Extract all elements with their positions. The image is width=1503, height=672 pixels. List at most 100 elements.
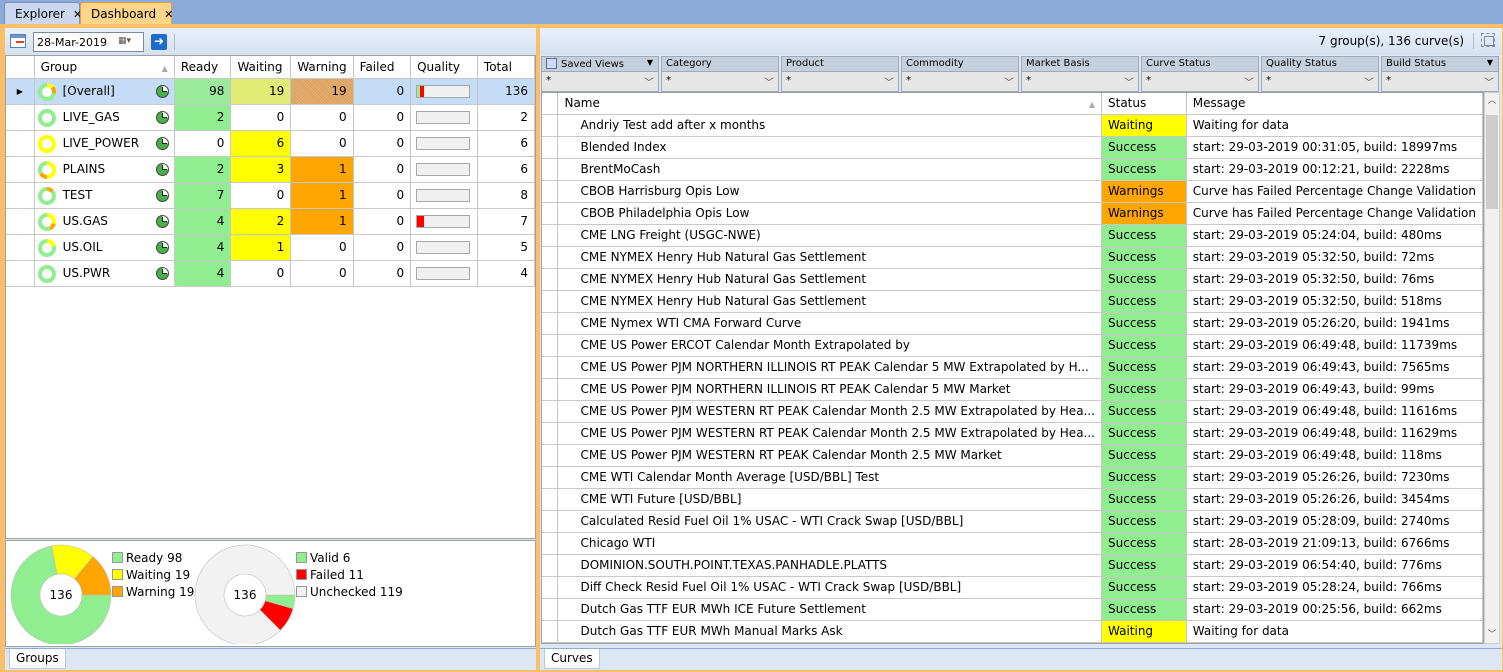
curve-row[interactable]: CME WTI Calendar Month Average [USD/BBL]… [542, 466, 1483, 489]
row-indicator[interactable] [6, 260, 35, 287]
row-indicator[interactable] [542, 114, 559, 137]
filter-select[interactable]: * ﹀ [901, 72, 1019, 92]
maximize-icon[interactable] [1481, 33, 1495, 47]
column-header-waiting[interactable]: Waiting [230, 56, 292, 79]
tab-explorer[interactable]: Explorer ✕ [4, 2, 82, 25]
row-indicator[interactable] [542, 268, 559, 291]
curve-row[interactable]: Waiting [542, 642, 1483, 643]
dropdown-caret-icon[interactable]: ▼ [1487, 58, 1493, 67]
row-indicator[interactable] [542, 334, 559, 357]
close-icon[interactable]: ✕ [164, 8, 173, 21]
curve-row[interactable]: Chicago WTI Success start: 28-03-2019 21… [542, 532, 1483, 555]
schedule-clock-icon[interactable] [155, 162, 169, 176]
filter-select[interactable]: * ﹀ [541, 72, 659, 92]
row-indicator[interactable] [542, 246, 559, 269]
row-indicator[interactable] [542, 598, 559, 621]
row-indicator[interactable] [6, 156, 35, 183]
column-header-name[interactable]: Name ▲ [557, 93, 1102, 115]
curve-row[interactable]: CME US Power PJM WESTERN RT PEAK Calenda… [542, 444, 1483, 467]
column-header-group[interactable]: Group ▲ [34, 56, 175, 79]
scroll-down-icon[interactable]: ﹀ [1485, 627, 1499, 643]
row-indicator[interactable] [542, 312, 559, 335]
filter-select[interactable]: * ﹀ [661, 72, 779, 92]
curve-row[interactable]: Blended Index Success start: 29-03-2019 … [542, 136, 1483, 159]
column-header-failed[interactable]: Failed [353, 56, 412, 79]
group-name-cell[interactable]: TEST [34, 182, 175, 209]
curve-row[interactable]: Dutch Gas TTF EUR MWh ICE Future Settlem… [542, 598, 1483, 621]
row-indicator[interactable] [542, 554, 559, 577]
schedule-clock-icon[interactable] [155, 110, 169, 124]
tab-groups[interactable]: Groups [9, 649, 66, 669]
calendar-dropdown-icon[interactable]: ▦▾ [118, 36, 140, 49]
row-indicator[interactable] [6, 234, 35, 261]
column-header-quality[interactable]: Quality [410, 56, 478, 79]
column-header-warning[interactable]: Warning [290, 56, 354, 79]
schedule-clock-icon[interactable] [155, 84, 169, 98]
column-header-message[interactable]: Message [1186, 93, 1483, 115]
row-indicator[interactable] [542, 224, 559, 247]
curve-row[interactable]: Calculated Resid Fuel Oil 1% USAC - WTI … [542, 510, 1483, 533]
curve-row[interactable]: CME US Power PJM WESTERN RT PEAK Calenda… [542, 400, 1483, 423]
go-button[interactable]: ➜ [151, 34, 167, 50]
row-indicator[interactable] [542, 642, 559, 643]
curve-row[interactable]: BrentMoCash Success start: 29-03-2019 00… [542, 158, 1483, 181]
group-name-cell[interactable]: [Overall] [34, 78, 175, 105]
group-name-cell[interactable]: LIVE_POWER [34, 130, 175, 157]
curve-row[interactable]: CME NYMEX Henry Hub Natural Gas Settleme… [542, 246, 1483, 269]
curve-row[interactable]: Andriy Test add after x months Waiting W… [542, 114, 1483, 137]
curve-row[interactable]: DOMINION.SOUTH.POINT.TEXAS.PANHADLE.PLAT… [542, 554, 1483, 577]
group-row[interactable]: US.GAS 4 2 1 0 7 [6, 208, 536, 235]
group-row[interactable]: PLAINS 2 3 1 0 6 [6, 156, 536, 183]
row-indicator[interactable] [542, 576, 559, 599]
row-indicator[interactable] [542, 136, 559, 159]
row-indicator[interactable] [542, 378, 559, 401]
group-name-cell[interactable]: US.PWR [34, 260, 175, 287]
row-indicator[interactable]: ▶ [6, 78, 35, 105]
curve-row[interactable]: CME NYMEX Henry Hub Natural Gas Settleme… [542, 268, 1483, 291]
column-header-ready[interactable]: Ready [174, 56, 232, 79]
dropdown-caret-icon[interactable]: ▼ [647, 58, 653, 67]
schedule-clock-icon[interactable] [155, 240, 169, 254]
curve-row[interactable]: CME US Power ERCOT Calendar Month Extrap… [542, 334, 1483, 357]
group-row[interactable]: TEST 7 0 1 0 8 [6, 182, 536, 209]
date-picker[interactable]: 28-Mar-2019 ▦▾ [33, 32, 144, 52]
tab-curves[interactable]: Curves [544, 649, 600, 669]
row-indicator[interactable] [542, 158, 559, 181]
row-indicator[interactable] [542, 466, 559, 489]
schedule-clock-icon[interactable] [155, 266, 169, 280]
group-row[interactable]: LIVE_GAS 2 0 0 0 2 [6, 104, 536, 131]
column-header-status[interactable]: Status [1101, 93, 1187, 115]
column-header-total[interactable]: Total [477, 56, 536, 79]
tab-dashboard[interactable]: Dashboard ✕ [80, 2, 173, 25]
row-indicator[interactable] [542, 202, 559, 225]
filter-label[interactable]: Saved Views ▼ [541, 56, 659, 72]
group-name-cell[interactable]: US.OIL [34, 234, 175, 261]
row-indicator[interactable] [6, 130, 35, 157]
curve-row[interactable]: CME US Power PJM NORTHERN ILLINOIS RT PE… [542, 378, 1483, 401]
curve-row[interactable]: CBOB Philadelphia Opis Low Warnings Curv… [542, 202, 1483, 225]
curve-row[interactable]: CME LNG Freight (USGC-NWE) Success start… [542, 224, 1483, 247]
row-indicator[interactable] [542, 422, 559, 445]
row-indicator[interactable] [6, 104, 35, 131]
curve-row[interactable]: CBOB Harrisburg Opis Low Warnings Curve … [542, 180, 1483, 203]
row-indicator[interactable] [542, 488, 559, 511]
curve-row[interactable]: CME US Power PJM WESTERN RT PEAK Calenda… [542, 422, 1483, 445]
row-indicator[interactable] [6, 208, 35, 235]
scroll-thumb[interactable] [1486, 115, 1498, 209]
scroll-up-icon[interactable]: ︿ [1485, 93, 1499, 109]
row-indicator[interactable] [542, 510, 559, 533]
curve-row[interactable]: CME NYMEX Henry Hub Natural Gas Settleme… [542, 290, 1483, 313]
filter-select[interactable]: * ﹀ [781, 72, 899, 92]
row-indicator[interactable] [6, 182, 35, 209]
row-indicator[interactable] [542, 532, 559, 555]
curve-row[interactable]: CME Nymex WTI CMA Forward Curve Success … [542, 312, 1483, 335]
row-indicator[interactable] [542, 290, 559, 313]
filter-select[interactable]: * ﹀ [1021, 72, 1139, 92]
schedule-clock-icon[interactable] [155, 136, 169, 150]
row-indicator[interactable] [542, 620, 559, 643]
curve-row[interactable]: CME US Power PJM NORTHERN ILLINOIS RT PE… [542, 356, 1483, 379]
group-row[interactable]: US.OIL 4 1 0 0 5 [6, 234, 536, 261]
group-row[interactable]: US.PWR 4 0 0 0 4 [6, 260, 536, 287]
schedule-clock-icon[interactable] [155, 188, 169, 202]
filter-select[interactable]: * ﹀ [1141, 72, 1259, 92]
